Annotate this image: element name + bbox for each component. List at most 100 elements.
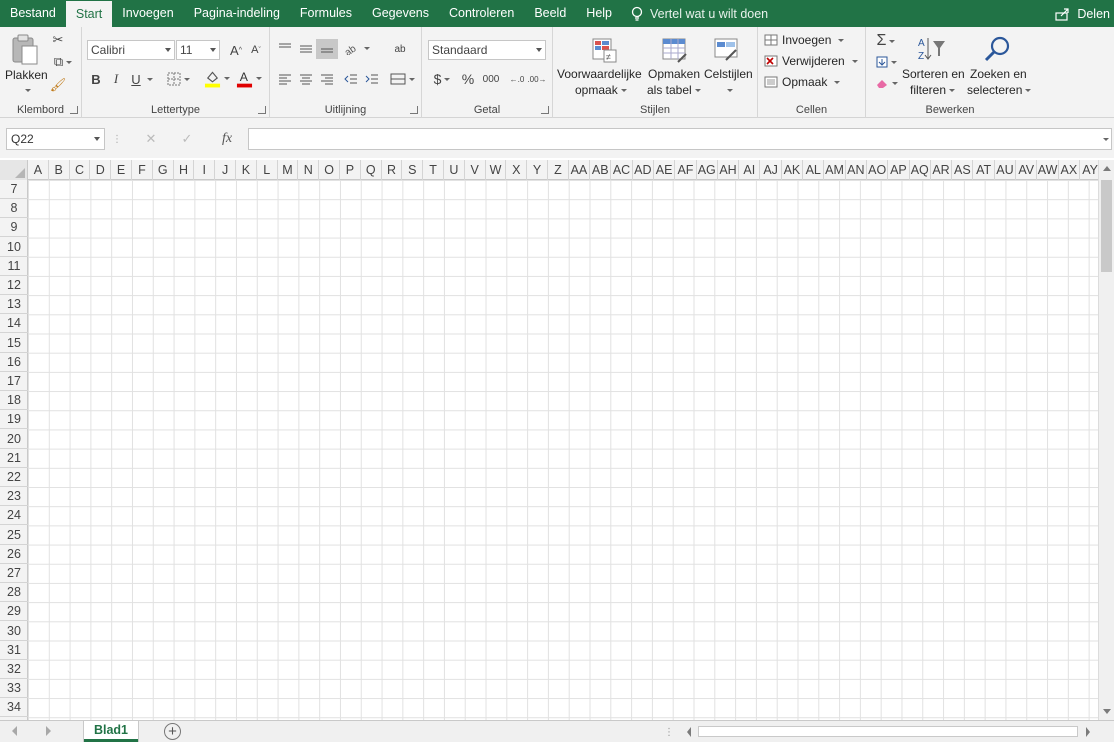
column-header[interactable]: AX	[1059, 160, 1080, 180]
row-header[interactable]: 30	[0, 622, 28, 641]
orientation-icon[interactable]: ab	[342, 39, 370, 57]
scroll-right-icon[interactable]	[1086, 727, 1090, 737]
number-format-select[interactable]: Standaard	[428, 40, 546, 60]
paste-icon[interactable]	[10, 32, 40, 66]
row-header[interactable]: 32	[0, 660, 28, 679]
merge-center-icon[interactable]	[388, 70, 416, 88]
increase-indent-icon[interactable]	[363, 70, 381, 88]
fill-icon[interactable]	[872, 53, 900, 71]
column-header[interactable]: AK	[782, 160, 804, 180]
cell-area[interactable]	[28, 180, 1098, 720]
sheet-nav-next-icon[interactable]	[46, 726, 51, 736]
share-button[interactable]: Delen	[1055, 0, 1110, 27]
column-header[interactable]: AC	[611, 160, 633, 180]
tab-controleren[interactable]: Controleren	[439, 0, 524, 27]
column-header[interactable]: X	[506, 160, 528, 180]
autosum-icon[interactable]: Σ	[872, 32, 900, 50]
row-header[interactable]: 24	[0, 506, 28, 526]
column-header[interactable]: L	[257, 160, 278, 180]
font-color-icon[interactable]: A	[236, 67, 262, 89]
clipboard-launcher-icon[interactable]	[70, 106, 78, 114]
row-header[interactable]: 34	[0, 698, 28, 718]
row-header[interactable]: 21	[0, 449, 28, 468]
currency-button[interactable]: $	[430, 69, 454, 89]
align-top-icon[interactable]	[276, 39, 294, 57]
font-launcher-icon[interactable]	[258, 106, 266, 114]
format-as-table-icon[interactable]	[659, 35, 689, 65]
tab-formules[interactable]: Formules	[290, 0, 362, 27]
column-header[interactable]: AN	[846, 160, 867, 180]
insert-function-button[interactable]: fx	[216, 129, 238, 149]
sort-filter-icon[interactable]: AZ	[916, 33, 948, 65]
column-header[interactable]: AL	[803, 160, 825, 180]
column-header[interactable]: AJ	[761, 160, 782, 180]
row-header[interactable]: 25	[0, 526, 28, 545]
column-header[interactable]: Z	[548, 160, 569, 180]
add-sheet-button[interactable]: +	[164, 723, 181, 740]
row-header[interactable]: 27	[0, 564, 28, 583]
column-header[interactable]: D	[90, 160, 112, 180]
column-header[interactable]: R	[382, 160, 403, 180]
column-header[interactable]: G	[153, 160, 174, 180]
tell-me-box[interactable]: Vertel wat u wilt doen	[630, 6, 768, 22]
underline-button[interactable]: U	[128, 69, 144, 89]
shrink-font-icon[interactable]: Aˇ	[248, 40, 264, 60]
column-header[interactable]: AF	[675, 160, 697, 180]
row-header[interactable]: 9	[0, 218, 28, 238]
format-painter-icon[interactable]: 🖌	[50, 77, 67, 93]
vertical-scroll-thumb[interactable]	[1101, 180, 1112, 272]
column-header[interactable]: F	[132, 160, 153, 180]
copy-icon[interactable]: ⧉	[50, 54, 76, 70]
row-header[interactable]: 14	[0, 314, 28, 334]
row-header[interactable]: 11	[0, 257, 28, 276]
row-header[interactable]: 13	[0, 295, 28, 315]
row-header[interactable]: 10	[0, 238, 28, 257]
column-header[interactable]: AG	[697, 160, 718, 180]
tab-invoegen[interactable]: Invoegen	[112, 0, 183, 27]
alignment-launcher-icon[interactable]	[410, 106, 418, 114]
find-select-button[interactable]: Zoeken en	[970, 67, 1027, 81]
increase-decimal-icon[interactable]: ←.0	[508, 69, 526, 89]
wrap-text-icon[interactable]: ab	[390, 39, 410, 59]
column-header[interactable]: AY	[1080, 160, 1098, 180]
column-header[interactable]: AU	[995, 160, 1017, 180]
column-header[interactable]: W	[486, 160, 507, 180]
percent-button[interactable]: %	[460, 69, 476, 89]
column-header[interactable]: AM	[824, 160, 846, 180]
cut-icon[interactable]: ✂	[50, 32, 66, 48]
column-header[interactable]: AQ	[910, 160, 931, 180]
column-header[interactable]: N	[298, 160, 320, 180]
column-header[interactable]: AR	[931, 160, 953, 180]
column-header[interactable]: AS	[952, 160, 974, 180]
underline-dropdown[interactable]	[144, 69, 153, 89]
italic-button[interactable]: I	[108, 69, 124, 89]
insert-cells-button[interactable]: Invoegen	[764, 33, 845, 47]
tab-start[interactable]: Start	[65, 0, 113, 27]
align-bottom-icon[interactable]	[316, 39, 338, 59]
column-header[interactable]: AI	[739, 160, 761, 180]
formula-bar-grip-icon[interactable]: ⋮	[112, 132, 122, 146]
column-header[interactable]: B	[49, 160, 70, 180]
align-middle-icon[interactable]	[297, 39, 315, 57]
scroll-left-icon[interactable]	[687, 727, 691, 737]
font-name-select[interactable]: Calibri	[87, 40, 175, 60]
decrease-decimal-icon[interactable]: .00→	[527, 69, 546, 89]
row-header[interactable]: 23	[0, 487, 28, 507]
column-header[interactable]: AO	[867, 160, 889, 180]
column-header[interactable]: J	[215, 160, 236, 180]
conditional-formatting-icon[interactable]: ≠	[589, 35, 619, 65]
align-left-icon[interactable]	[276, 70, 294, 88]
column-header[interactable]: V	[465, 160, 486, 180]
column-header[interactable]: Q	[361, 160, 382, 180]
bold-button[interactable]: B	[88, 69, 104, 89]
grow-font-icon[interactable]: A ^	[228, 40, 244, 60]
row-header[interactable]: 20	[0, 430, 28, 449]
horizontal-scroll-thumb[interactable]	[698, 726, 1078, 737]
align-right-icon[interactable]	[318, 70, 336, 88]
column-header[interactable]: Y	[527, 160, 548, 180]
find-select-icon[interactable]	[982, 33, 1014, 65]
number-launcher-icon[interactable]	[541, 106, 549, 114]
row-header[interactable]: 33	[0, 679, 28, 699]
cell-styles-button[interactable]: Celstijlen	[704, 67, 753, 81]
delete-cells-button[interactable]: Verwijderen	[764, 54, 858, 68]
